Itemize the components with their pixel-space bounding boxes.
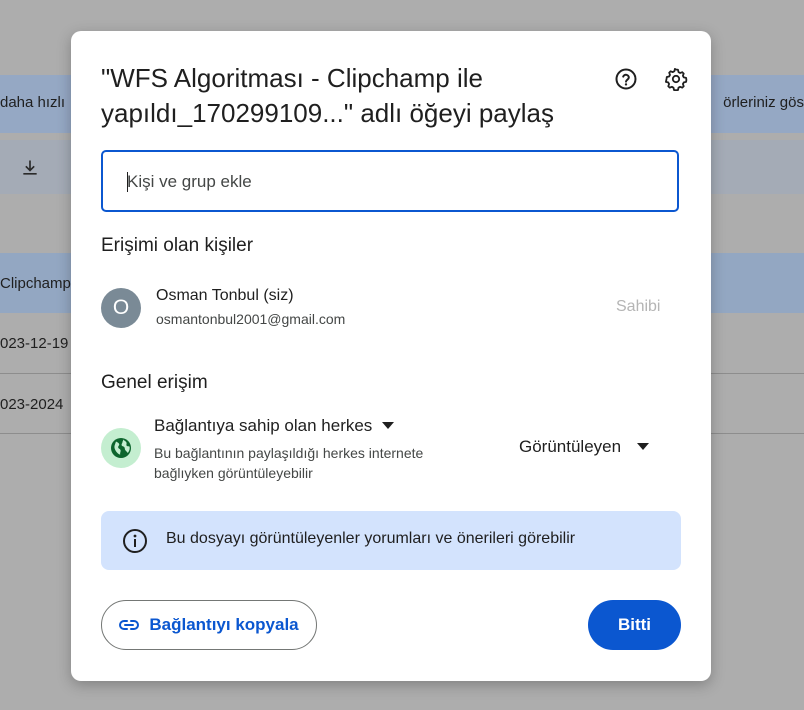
background-cell: 023-12-19	[0, 335, 69, 352]
link-icon	[119, 620, 140, 630]
general-access-scope-select[interactable]: Bağlantıya sahip olan herkes	[154, 416, 395, 436]
caret-down-icon	[637, 443, 650, 450]
person-name: Osman Tonbul (siz)	[156, 287, 294, 304]
globe-icon	[111, 438, 131, 458]
download-icon	[23, 160, 37, 175]
text-caret	[127, 172, 128, 192]
general-access-role-label: Görüntüleyen	[519, 437, 622, 456]
copy-link-button[interactable]: Bağlantıyı kopyala	[101, 600, 317, 650]
background-cell: 023-2024	[0, 396, 64, 413]
copy-link-label: Bağlantıyı kopyala	[149, 615, 299, 634]
help-button[interactable]	[612, 65, 640, 93]
info-text: Bu dosyayı görüntüleyenler yorumları ve …	[166, 530, 576, 547]
add-people-field	[101, 150, 679, 212]
caret-down-icon	[382, 422, 395, 429]
general-access-scope-label: Bağlantıya sahip olan herkes	[154, 416, 373, 435]
background-banner-text-right: örleriniz gös	[723, 94, 804, 111]
general-access-description: Bu bağlantının paylaşıldığı herkes inter…	[154, 445, 424, 481]
people-section-heading: Erişimi olan kişiler	[101, 235, 254, 256]
general-access-heading: Genel erişim	[101, 372, 208, 393]
background-cell: Clipchamp	[0, 275, 71, 292]
person-role: Sahibi	[616, 298, 661, 315]
background-banner-text-left: daha hızlı	[0, 94, 66, 111]
help-circle-icon	[615, 68, 637, 90]
avatar: O	[101, 288, 141, 328]
general-access-icon-badge	[101, 428, 141, 468]
add-people-input[interactable]	[125, 152, 669, 212]
info-icon	[123, 529, 147, 553]
person-email: osmantonbul2001@gmail.com	[156, 311, 346, 327]
dialog-title: "WFS Algoritması - Clipchamp ile yapıldı…	[101, 63, 555, 128]
settings-button[interactable]	[662, 65, 690, 93]
gear-icon	[665, 68, 688, 91]
share-dialog: "WFS Algoritması - Clipchamp ile yapıldı…	[71, 31, 711, 681]
info-banner: Bu dosyayı görüntüleyenler yorumları ve …	[101, 511, 681, 570]
general-access-role-select[interactable]: Görüntüleyen	[519, 437, 650, 457]
done-button[interactable]: Bitti	[588, 600, 681, 650]
